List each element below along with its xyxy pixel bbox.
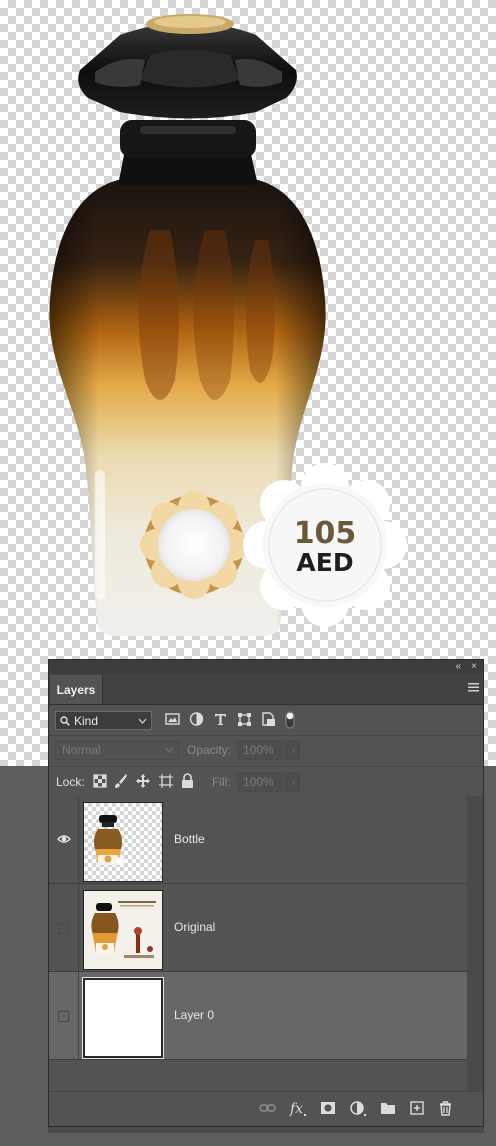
lock-label: Lock: <box>56 775 85 789</box>
chevron-down-icon <box>165 747 174 753</box>
layer-thumbnail <box>83 890 163 970</box>
svg-text:fx: fx <box>289 1101 303 1116</box>
new-group-folder-icon[interactable] <box>380 1100 396 1116</box>
visibility-toggle[interactable] <box>49 972 79 1059</box>
bottle-thumbnail-image <box>94 815 125 866</box>
kind-filter-select[interactable]: Kind <box>55 711 152 730</box>
collapse-panel-button[interactable]: « <box>455 660 461 674</box>
layer-row-bottle[interactable]: Bottle <box>49 796 467 884</box>
filter-row: Kind <box>49 705 483 736</box>
canvas-area[interactable]: 105 AED <box>0 0 496 766</box>
trash-icon[interactable] <box>438 1100 453 1116</box>
eye-icon[interactable] <box>57 834 71 844</box>
original-thumbnail-image <box>84 891 162 969</box>
layer-name[interactable]: Bottle <box>174 832 205 846</box>
new-layer-icon[interactable] <box>409 1100 425 1116</box>
panel-title-strip: « × <box>49 660 483 674</box>
lock-transparent-pixels-icon[interactable] <box>93 773 107 789</box>
type-filter-icon[interactable] <box>213 711 228 727</box>
lock-position-icon[interactable] <box>135 773 151 789</box>
lock-row: Lock: Fill: 100% › <box>49 767 483 798</box>
smart-object-filter-icon[interactable] <box>261 711 276 727</box>
layer-list: Bottle Original Layer 0 <box>49 796 467 1060</box>
fill-label: Fill: <box>212 775 231 789</box>
fx-icon[interactable]: fx <box>289 1100 307 1116</box>
link-layers-icon[interactable] <box>259 1100 276 1116</box>
price-currency: AED <box>296 548 353 577</box>
close-panel-button[interactable]: × <box>471 660 477 674</box>
chevron-down-icon <box>138 718 147 724</box>
fill-dropdown-arrow[interactable]: › <box>287 773 300 792</box>
blend-mode-select[interactable]: Normal <box>55 741 179 760</box>
layer-list-scrollbar[interactable] <box>467 796 483 1096</box>
visibility-toggle[interactable] <box>49 884 79 971</box>
blend-mode-value: Normal <box>62 743 101 757</box>
visibility-toggle[interactable] <box>49 796 79 883</box>
opacity-field[interactable]: 100% <box>237 741 287 760</box>
tab-layers[interactable]: Layers <box>50 675 103 704</box>
blend-row: Normal Opacity: 100% › <box>49 736 483 767</box>
layer-name[interactable]: Original <box>174 920 215 934</box>
lock-image-pixels-icon[interactable] <box>114 773 128 789</box>
layers-panel: « × Layers Kind Normal Opacity: 100% › L… <box>48 659 484 1127</box>
opacity-dropdown-arrow[interactable]: › <box>287 741 300 760</box>
perfume-bottle-artwork: 105 AED <box>49 14 407 636</box>
layer-row-layer-0[interactable]: Layer 0 <box>49 972 467 1060</box>
search-icon <box>60 715 70 726</box>
filter-toggle-icon[interactable] <box>285 711 295 729</box>
fill-field[interactable]: 100% <box>237 773 287 792</box>
adjustment-filter-icon[interactable] <box>189 711 204 727</box>
kind-filter-label: Kind <box>74 713 99 728</box>
price-amount: 105 <box>294 516 357 551</box>
layer-name[interactable]: Layer 0 <box>174 1008 214 1022</box>
opacity-label: Opacity: <box>187 743 232 757</box>
layer-row-original[interactable]: Original <box>49 884 467 972</box>
adjustment-layer-icon[interactable] <box>349 1100 367 1116</box>
visibility-off-box[interactable] <box>58 1011 69 1022</box>
visibility-off-box[interactable] <box>58 923 69 934</box>
panel-bottom-bar: fx <box>49 1091 483 1126</box>
layer-thumbnail <box>83 802 163 882</box>
add-mask-icon[interactable] <box>320 1100 336 1116</box>
lock-all-icon[interactable] <box>181 773 194 789</box>
panel-menu-icon[interactable] <box>468 683 479 692</box>
panel-tab-bar: Layers <box>49 674 483 705</box>
image-filter-icon[interactable] <box>165 711 180 727</box>
lock-artboard-icon[interactable] <box>158 773 174 789</box>
panel-resize-grip[interactable] <box>48 1127 484 1133</box>
layer-thumbnail <box>82 977 164 1059</box>
shape-filter-icon[interactable] <box>237 711 252 727</box>
